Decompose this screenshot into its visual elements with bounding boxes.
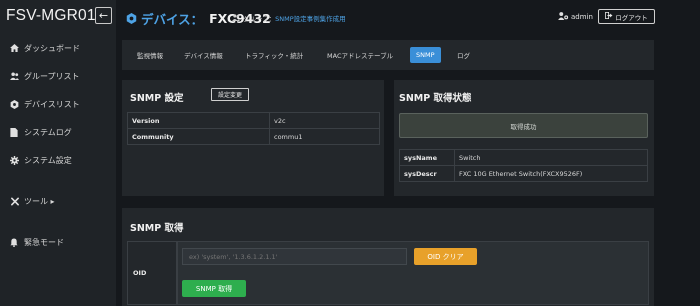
logout-label: ログアウト <box>615 13 648 22</box>
sidebar-item-label: グループリスト <box>24 71 80 81</box>
sidebar-item-label: 緊急モード <box>24 237 64 247</box>
group-label: グループ： <box>243 15 276 23</box>
group-icon <box>10 72 24 80</box>
sidebar-item-tools[interactable]: ツール ▸ <box>10 194 55 208</box>
sidebar-item-label: ダッシュボード <box>24 43 80 53</box>
snmp-get-title: SNMP 取得 <box>130 223 184 234</box>
sidebar-item-emergency-mode[interactable]: 緊急モード <box>10 235 64 249</box>
status-value: Switch <box>454 149 648 166</box>
tab-monitoring[interactable]: 監視情報 <box>137 48 163 62</box>
dashboard-icon <box>10 44 24 52</box>
snmp-settings-table: Version v2c Community commu1 <box>127 112 380 145</box>
user-name: admin <box>571 13 593 21</box>
sidebar-collapse-button[interactable]: ← <box>95 7 112 24</box>
oid-clear-button[interactable]: OID クリア <box>414 248 477 265</box>
setting-value: v2c <box>269 112 380 129</box>
group-link[interactable]: SNMP設定事例集作成用 <box>275 13 346 23</box>
gear-icon <box>10 155 24 165</box>
sidebar-item-label: デバイスリスト <box>24 99 80 109</box>
snmp-settings-title: SNMP 設定 <box>130 93 184 104</box>
snmp-get-panel: SNMP 取得 OID OID クリア SNMP 取得 <box>122 208 654 306</box>
table-row: Community commu1 <box>127 128 380 145</box>
bell-icon <box>10 237 24 247</box>
sidebar-item-system-log[interactable]: システムログ <box>10 125 72 139</box>
tab-device-info[interactable]: デバイス情報 <box>184 48 223 62</box>
table-row: Version v2c <box>127 112 380 129</box>
sidebar-item-label: システム設定 <box>24 155 72 165</box>
sidebar-item-dashboard[interactable]: ダッシュボード <box>10 41 80 55</box>
oid-label: OID <box>127 241 177 305</box>
user-menu[interactable]: admin <box>558 12 593 22</box>
status-value: FXC 10G Ethernet Switch(FXCX9526F) <box>454 165 648 182</box>
snmp-status-panel: SNMP 取得状態 取得成功 sysName Switch sysDescr F… <box>394 80 654 196</box>
group-breadcrumb: グループ： SNMP設定事例集作成用 <box>232 13 346 23</box>
sidebar-item-groups[interactable]: グループリスト <box>10 69 80 83</box>
logout-button[interactable]: ログアウト <box>598 9 655 24</box>
page-title-label: デバイス： <box>141 12 204 27</box>
tab-bar: 監視情報 デバイス情報 トラフィック・統計 MACアドレステーブル SNMP ロ… <box>122 40 654 70</box>
tab-mac-table[interactable]: MACアドレステーブル <box>327 48 393 62</box>
table-row: sysDescr FXC 10G Ethernet Switch(FXCX952… <box>399 165 648 182</box>
oid-input-cell: OID クリア SNMP 取得 <box>177 241 649 305</box>
table-row: sysName Switch <box>399 149 648 166</box>
snmp-status-title: SNMP 取得状態 <box>399 93 472 104</box>
app-brand[interactable]: FSV-MGR01 <box>6 7 96 25</box>
tools-icon <box>10 197 24 206</box>
status-key: sysName <box>399 149 455 166</box>
sidebar-item-devices[interactable]: デバイスリスト <box>10 97 80 111</box>
setting-key: Version <box>127 112 270 129</box>
status-key: sysDescr <box>399 165 455 182</box>
user-cog-icon <box>558 12 569 22</box>
setting-key: Community <box>127 128 270 145</box>
tab-traffic-stats[interactable]: トラフィック・統計 <box>245 48 303 62</box>
sidebar: FSV-MGR01 ← ダッシュボード グループリスト デバイスリスト システム… <box>0 0 116 306</box>
device-icon <box>10 99 24 109</box>
edit-settings-button[interactable]: 設定変更 <box>211 88 249 101</box>
tab-log[interactable]: ログ <box>457 48 470 62</box>
group-icon <box>232 13 240 23</box>
setting-value: commu1 <box>269 128 380 145</box>
file-icon <box>10 127 24 137</box>
arrow-left-icon: ← <box>98 9 109 22</box>
sidebar-item-label: システムログ <box>24 127 72 137</box>
snmp-status-table: sysName Switch sysDescr FXC 10G Ethernet… <box>399 149 648 182</box>
device-icon <box>126 9 137 28</box>
sidebar-item-system-settings[interactable]: システム設定 <box>10 153 72 167</box>
oid-input[interactable] <box>182 248 407 265</box>
logout-icon <box>605 12 613 21</box>
status-badge: 取得成功 <box>399 113 648 138</box>
snmp-settings-panel: SNMP 設定 設定変更 Version v2c Community commu… <box>122 80 384 196</box>
snmp-get-button[interactable]: SNMP 取得 <box>182 280 246 297</box>
tab-snmp[interactable]: SNMP <box>410 47 441 63</box>
sidebar-item-label: ツール ▸ <box>24 196 55 206</box>
